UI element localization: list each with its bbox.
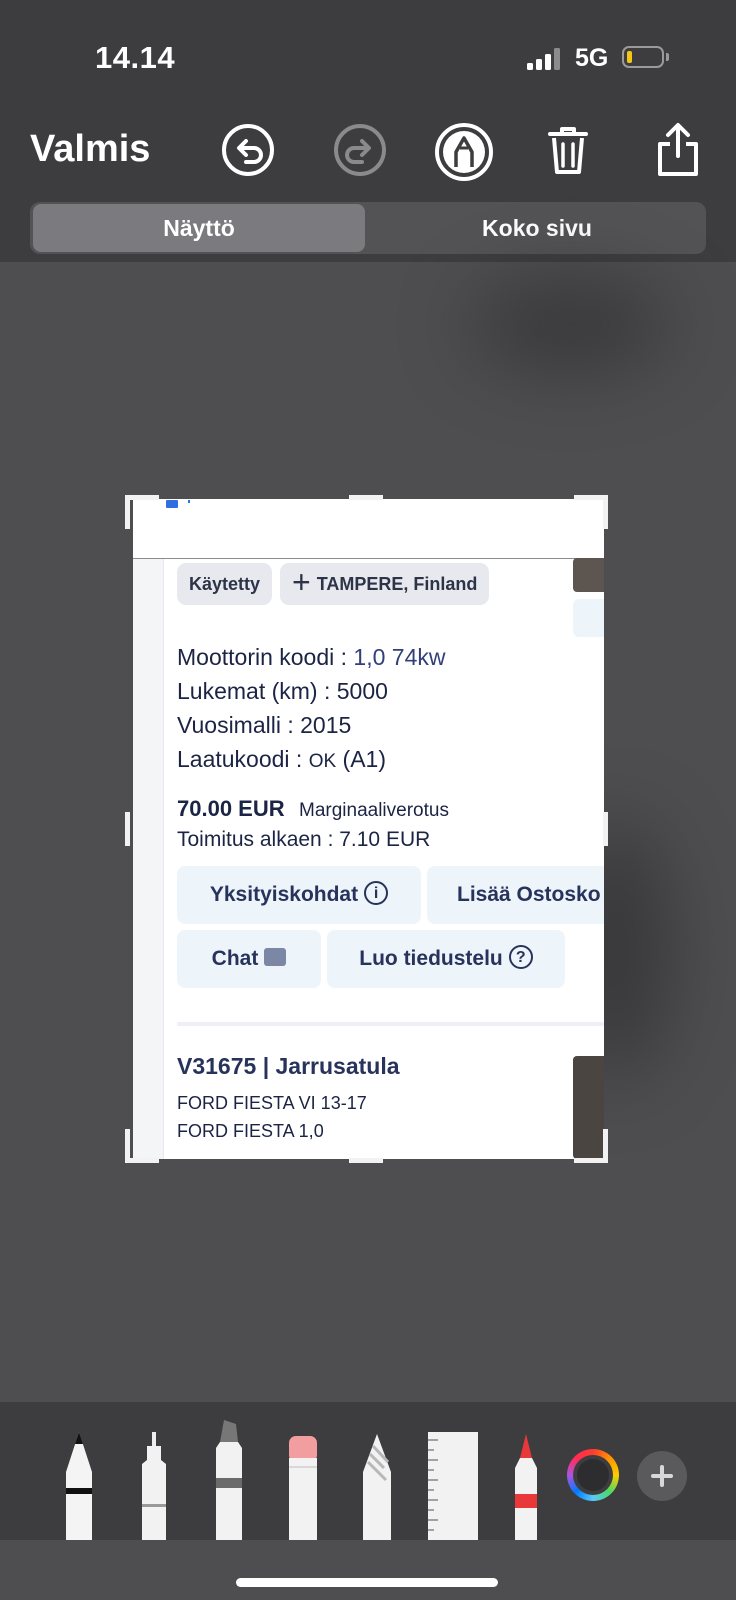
engine-code-label: Moottorin koodi : xyxy=(177,644,354,670)
crop-handle-bottom-left[interactable] xyxy=(125,1158,159,1163)
condition-chip: Käytetty xyxy=(177,563,273,605)
fineliner-tool-icon[interactable] xyxy=(138,1430,170,1540)
ruler-tool-icon[interactable] xyxy=(428,1432,478,1540)
network-label: 5G xyxy=(575,44,609,72)
crop-handle-top-left[interactable] xyxy=(125,495,159,500)
chat-label: Chat xyxy=(211,947,259,970)
home-indicator xyxy=(236,1578,498,1587)
page-fragment xyxy=(166,500,178,508)
trash-icon[interactable] xyxy=(538,120,598,180)
crop-handle-left[interactable] xyxy=(125,812,130,846)
eraser-tool-icon[interactable] xyxy=(286,1432,320,1540)
tab-full-page[interactable]: Koko sivu xyxy=(371,204,703,252)
quality-code-label: Laatukoodi : xyxy=(177,746,309,772)
quality-code: Laatukoodi : OK (A1) xyxy=(177,746,386,773)
top-bar: 14.14 5G Valmis Näyttö Koko sivu xyxy=(0,0,736,262)
plus-icon: + xyxy=(292,564,311,601)
question-icon: ? xyxy=(508,945,533,970)
crop-handle-bottom-right[interactable] xyxy=(603,1129,608,1163)
redo-icon[interactable] xyxy=(330,120,390,180)
details-label: Yksityiskohdat xyxy=(209,883,359,906)
price-tax-note: Marginaaliverotus xyxy=(299,800,449,821)
next-item-title[interactable]: V31675 | Jarrusatula xyxy=(177,1053,400,1080)
next-item-image xyxy=(573,1056,604,1159)
lasso-tool-icon[interactable] xyxy=(360,1432,394,1540)
pen-tool-icon[interactable] xyxy=(62,1430,96,1540)
info-icon: i xyxy=(364,881,389,906)
left-gutter xyxy=(133,559,164,1159)
crop-handle-bottom[interactable] xyxy=(349,1158,383,1163)
page-fragment xyxy=(188,500,190,503)
details-button[interactable]: Yksityiskohdat i xyxy=(177,866,421,924)
location-chip: + TAMPERE, Finland xyxy=(280,563,490,605)
add-to-cart-button[interactable]: Lisää Ostosko xyxy=(427,866,604,924)
undo-icon[interactable] xyxy=(218,120,278,180)
color-picker-icon[interactable] xyxy=(567,1449,619,1501)
price: 70.00 EUR xyxy=(177,796,285,821)
chat-icon xyxy=(264,948,287,967)
battery-icon xyxy=(622,46,664,68)
signal-icon xyxy=(527,48,563,70)
crop-handle-top[interactable] xyxy=(349,495,383,500)
markup-tool-palette xyxy=(0,1402,736,1540)
share-icon[interactable] xyxy=(648,120,708,180)
model-year: Vuosimalli : 2015 xyxy=(177,712,352,738)
crop-handle-bottom-left[interactable] xyxy=(125,1129,130,1163)
crop-handle-top-left[interactable] xyxy=(125,495,130,529)
done-button[interactable]: Valmis xyxy=(30,128,150,171)
location-label: TAMPERE, Finland xyxy=(316,574,478,594)
marker-tool-icon[interactable] xyxy=(212,1418,246,1540)
add-tool-button[interactable] xyxy=(637,1451,687,1501)
markup-pen-icon[interactable] xyxy=(434,122,494,182)
quality-code-value: OK xyxy=(308,751,337,772)
inquiry-label: Luo tiedustelu xyxy=(359,947,503,970)
engine-code: Moottorin koodi : 1,0 74kw xyxy=(177,644,445,671)
next-item-model: FORD FIESTA VI 13-17 xyxy=(177,1093,367,1113)
crop-frame: Käytetty + TAMPERE, Finland Moottorin koo… xyxy=(125,495,608,1163)
engine-code-value: 1,0 74kw xyxy=(353,644,446,670)
quality-code-suffix: (A1) xyxy=(336,746,387,772)
mileage: Lukemat (km) : 5000 xyxy=(177,678,388,704)
crop-handle-right[interactable] xyxy=(603,812,608,846)
listing-divider xyxy=(177,1022,604,1026)
tab-screen[interactable]: Näyttö xyxy=(33,204,365,252)
product-image xyxy=(573,558,604,592)
crayon-tool-icon[interactable] xyxy=(512,1432,540,1540)
screenshot-mode-segmented-control: Näyttö Koko sivu xyxy=(30,202,706,254)
screenshot-page: Käytetty + TAMPERE, Finland Moottorin koo… xyxy=(133,499,604,1159)
inquiry-button[interactable]: Luo tiedustelu? xyxy=(327,930,565,988)
battery-cap xyxy=(666,53,669,61)
background-blur xyxy=(470,280,670,370)
chat-button[interactable]: Chat xyxy=(177,930,321,988)
next-item-engine: FORD FIESTA 1,0 xyxy=(177,1121,324,1141)
crop-handle-top-right[interactable] xyxy=(603,495,608,529)
status-time: 14.14 xyxy=(95,40,176,75)
delivery-cost: Toimitus alkaen : 7.10 EUR xyxy=(177,828,431,851)
side-button[interactable] xyxy=(573,599,604,637)
header-divider xyxy=(133,558,604,559)
